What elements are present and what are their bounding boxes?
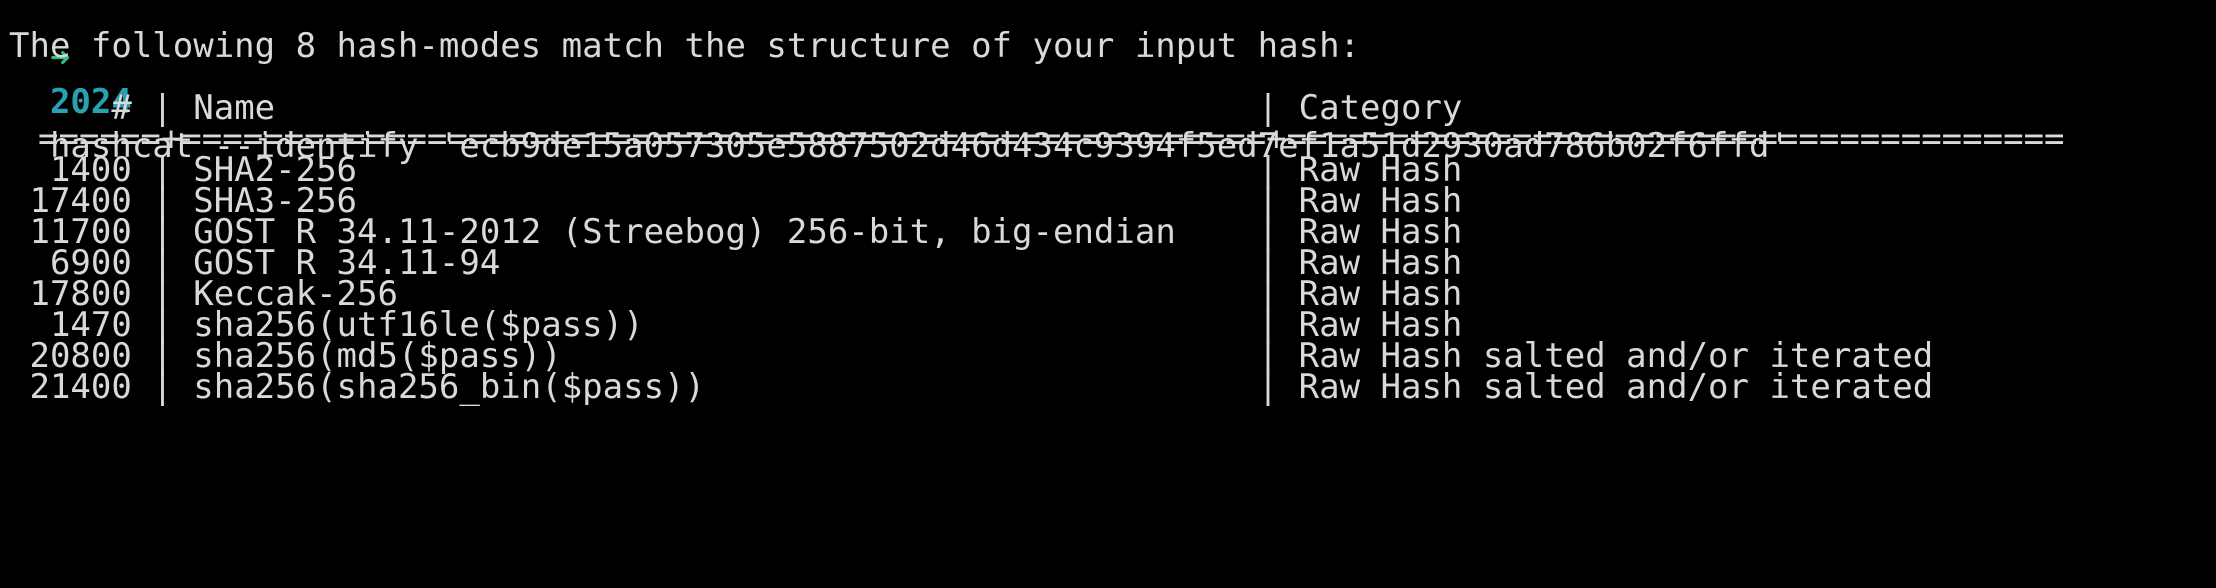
row-category: Raw Hash salted and/or iterated bbox=[1278, 367, 1934, 407]
terminal-window[interactable]: { "prompt": { "arrow": "➜", "directory":… bbox=[0, 0, 2216, 588]
output-message: The following 8 hash-modes match the str… bbox=[9, 26, 1361, 66]
row-mode-number: 21400 bbox=[9, 367, 153, 407]
row-mode-name: sha256(sha256_bin($pass)) bbox=[172, 367, 1258, 407]
table-row: 21400 | sha256(sha256_bin($pass)) | Raw … bbox=[9, 367, 1934, 407]
